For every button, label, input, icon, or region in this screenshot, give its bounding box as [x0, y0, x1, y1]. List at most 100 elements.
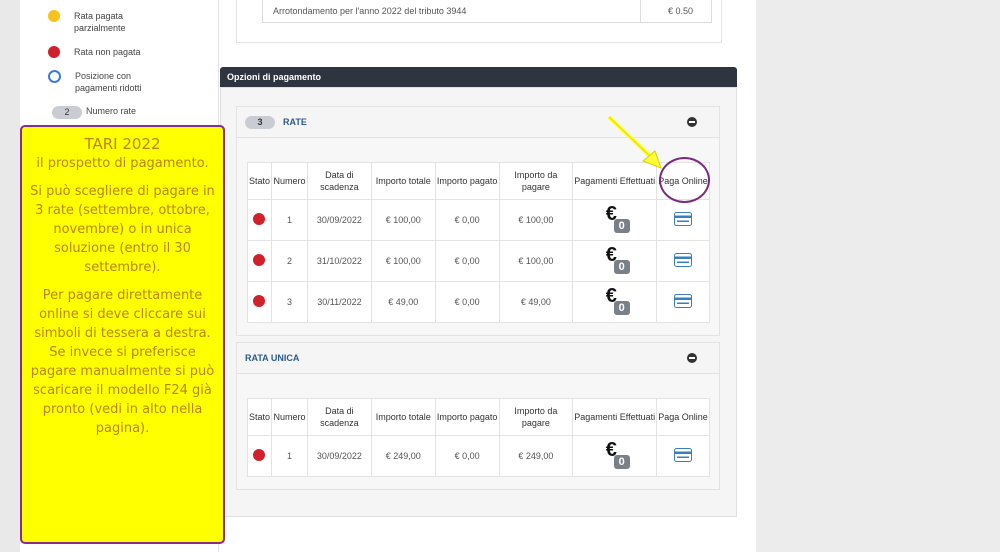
- note-line: il prospetto di pagamento.: [36, 156, 209, 171]
- col-header: Importo da pagare: [498, 162, 574, 200]
- cell-data: 30/09/2022: [306, 435, 372, 477]
- cell-pagato: € 0,00: [434, 435, 500, 477]
- pay-online-cell: [656, 240, 710, 282]
- payments-count: 0: [613, 260, 630, 274]
- col-header: Importo pagato: [434, 162, 500, 200]
- payments-cell: €0: [572, 435, 658, 477]
- rounding-value: € 0.50: [668, 6, 694, 16]
- payments-count: 0: [613, 301, 630, 315]
- legend-label: Rata pagata parzialmente: [74, 11, 126, 33]
- cell-numero: 1: [270, 199, 308, 241]
- col-header: Importo da pagare: [498, 398, 574, 436]
- legend-item-unpaid: Rata non pagata: [48, 46, 169, 58]
- cell-pagato: € 0,00: [434, 281, 500, 323]
- status-cell: [247, 281, 272, 323]
- legend-label: Rata non pagata: [74, 47, 141, 57]
- count-pill: 2: [52, 106, 82, 119]
- col-header: Importo totale: [370, 162, 436, 200]
- rate-count-pill: 3: [245, 116, 275, 129]
- status-cell: [247, 435, 272, 477]
- col-header: Data di scadenza: [306, 398, 372, 436]
- legend-item-reduced: Posizione con pagamenti ridotti: [48, 70, 170, 94]
- unpaid-status-icon: [253, 295, 266, 307]
- rounding-row: Arrotondamento per l'anno 2022 del tribu…: [262, 0, 712, 23]
- rate-table: Stato Numero Data di scadenza Importo to…: [247, 162, 710, 323]
- credit-card-icon[interactable]: [674, 212, 693, 228]
- rata-unica-table: Stato Numero Data di scadenza Importo to…: [247, 398, 710, 477]
- cell-totale: € 100,00: [370, 240, 436, 282]
- cell-totale: € 100,00: [370, 199, 436, 241]
- payments-count: 0: [613, 455, 630, 469]
- red-dot-icon: [48, 46, 60, 58]
- credit-card-icon[interactable]: [674, 294, 693, 310]
- divider: [640, 0, 641, 22]
- note-paragraph: Se invece si preferisce pagare manualmen…: [30, 345, 215, 436]
- cell-numero: 2: [270, 240, 308, 282]
- status-cell: [247, 199, 272, 241]
- cell-da-pagare: € 100,00: [498, 240, 574, 282]
- col-header: Numero: [270, 398, 308, 436]
- payments-cell: €0: [572, 199, 658, 241]
- cell-numero: 3: [270, 281, 308, 323]
- collapse-icon[interactable]: [687, 117, 697, 127]
- cell-data: 30/11/2022: [306, 281, 372, 323]
- legend-label: Numero rate: [86, 106, 137, 116]
- col-header: Pagamenti Effettuati: [572, 398, 658, 436]
- blue-ring-icon: [48, 70, 61, 83]
- euro-payments-icon[interactable]: €0: [600, 244, 630, 274]
- pay-online-cell: [656, 199, 710, 241]
- cell-da-pagare: € 100,00: [498, 199, 574, 241]
- unpaid-status-icon: [253, 254, 266, 266]
- right-margin: [756, 0, 1000, 552]
- table-row: 3 30/11/2022 € 49,00 € 0,00 € 49,00 €0: [247, 281, 710, 323]
- cell-da-pagare: € 249,00: [498, 435, 574, 477]
- instruction-note: TARI 2022 il prospetto di pagamento. Si …: [20, 125, 225, 544]
- col-header: Stato: [247, 398, 272, 436]
- arrow-icon: [607, 115, 662, 169]
- status-cell: [247, 240, 272, 282]
- euro-payments-icon[interactable]: €0: [600, 439, 630, 469]
- rata-unica-header[interactable]: RATA UNICA: [237, 343, 719, 374]
- cell-da-pagare: € 49,00: [498, 281, 574, 323]
- pay-online-cell: [656, 435, 710, 477]
- cell-totale: € 249,00: [370, 435, 436, 477]
- yellow-dot-icon: [48, 10, 60, 22]
- legend-item-partial: Rata pagata parzialmente: [48, 10, 169, 34]
- euro-payments-icon[interactable]: €0: [600, 285, 630, 315]
- pay-online-cell: [656, 281, 710, 323]
- col-header: Importo pagato: [434, 398, 500, 436]
- rata-unica-panel: RATA UNICA Stato Numero Data di scadenza…: [236, 342, 720, 490]
- credit-card-icon[interactable]: [674, 448, 693, 464]
- section-header: Opzioni di pagamento: [220, 67, 737, 87]
- panel-title: RATA UNICA: [245, 353, 300, 363]
- table-header-row: Stato Numero Data di scadenza Importo to…: [247, 398, 710, 436]
- legend-item-count: 2 Numero rate: [52, 106, 136, 119]
- credit-card-icon[interactable]: [674, 253, 693, 269]
- cell-data: 30/09/2022: [306, 199, 372, 241]
- table-row: 1 30/09/2022 € 100,00 € 0,00 € 100,00 €0: [247, 199, 710, 241]
- note-paragraph: Per pagare direttamente online si deve c…: [34, 288, 211, 341]
- cell-data: 31/10/2022: [306, 240, 372, 282]
- col-header: Data di scadenza: [306, 162, 372, 200]
- cell-pagato: € 0,00: [434, 199, 500, 241]
- rounding-label: Arrotondamento per l'anno 2022 del tribu…: [273, 6, 467, 16]
- col-header: Numero: [270, 162, 308, 200]
- cell-pagato: € 0,00: [434, 240, 500, 282]
- payments-count: 0: [613, 219, 630, 233]
- unpaid-status-icon: [253, 213, 266, 225]
- note-paragraph: Si può scegliere di pagare in 3 rate (se…: [30, 184, 215, 275]
- table-row: 2 31/10/2022 € 100,00 € 0,00 € 100,00 €0: [247, 240, 710, 282]
- col-header: Stato: [247, 162, 272, 200]
- collapse-icon[interactable]: [687, 353, 697, 363]
- cell-numero: 1: [270, 435, 308, 477]
- legend-label: Posizione con pagamenti ridotti: [75, 71, 142, 93]
- panel-title: RATE: [283, 117, 307, 127]
- cell-totale: € 49,00: [370, 281, 436, 323]
- col-header: Paga Online: [656, 398, 710, 436]
- unpaid-status-icon: [253, 449, 266, 461]
- col-header: Importo totale: [370, 398, 436, 436]
- euro-payments-icon[interactable]: €0: [600, 203, 630, 233]
- payments-cell: €0: [572, 281, 658, 323]
